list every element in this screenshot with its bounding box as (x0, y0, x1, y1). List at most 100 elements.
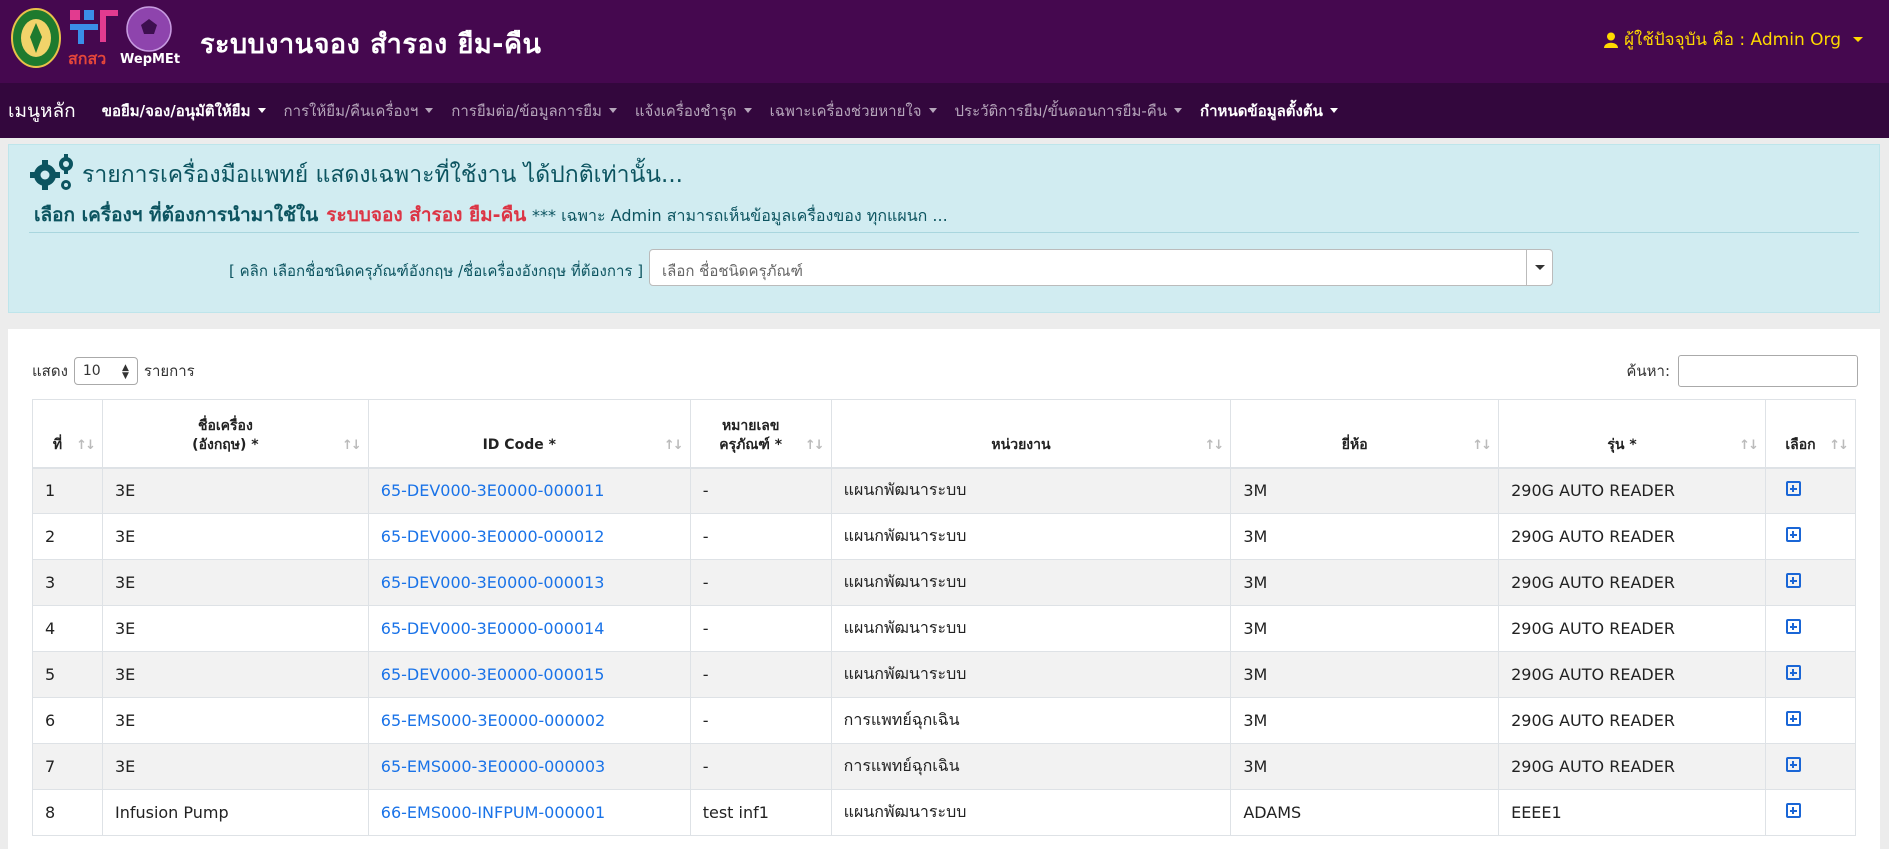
menu-label: การให้ยืม/คืนเครื่องฯ (283, 101, 419, 120)
sort-icon: ↑↓ (804, 437, 825, 453)
cell-id-code[interactable]: 66-EMS000-INFPUM-000001 (367, 789, 691, 836)
plus-square-icon[interactable] (1785, 757, 1801, 772)
select-prefix: เลือก เครื่องฯ ที่ต้องการนำมาใช้ใน (34, 204, 319, 226)
cell-unit: แผนกพัฒนาระบบ (830, 559, 1232, 606)
cell-name: 3E (101, 605, 369, 652)
plus-square-icon[interactable] (1785, 527, 1801, 542)
col-header-no[interactable]: ที่ ↑↓ (32, 399, 103, 469)
menu-history[interactable]: ประวัติการยืม/ขั้นตอนการยืม-คืน (955, 99, 1183, 123)
cell-brand: 3M (1230, 697, 1500, 744)
cell-select (1764, 467, 1857, 514)
sort-icon: ↑↓ (76, 437, 96, 453)
col-header-name[interactable]: ชื่อเครื่อง (อังกฤษ) * ↑↓ (101, 399, 369, 469)
cell-unit: แผนกพัฒนาระบบ (830, 789, 1232, 836)
menu-label: การยืมต่อ/ข้อมูลการยืม (451, 101, 602, 120)
plus-square-icon[interactable] (1785, 573, 1801, 588)
menu-home[interactable]: เมนูหลัก (0, 96, 76, 126)
menu-initial-settings[interactable]: กำหนดข้อมูลตั้งต้น (1200, 99, 1338, 123)
chevron-down-icon (743, 108, 752, 113)
cell-id-code[interactable]: 65-EMS000-3E0000-000002 (367, 697, 691, 744)
search-input[interactable] (1678, 355, 1858, 387)
col-header-model[interactable]: รุ่น * ↑↓ (1498, 399, 1766, 469)
cell-id-code[interactable]: 65-DEV000-3E0000-000014 (367, 605, 691, 652)
cell-brand: 3M (1230, 605, 1500, 652)
cell-asset-no: test inf1 (689, 789, 832, 836)
admin-note: *** เฉพาะ Admin สามารถเห็นข้อมูลเครื่องข… (532, 206, 948, 225)
col-header-unit[interactable]: หน่วยงาน ↑↓ (830, 399, 1232, 469)
menu-label: ประวัติการยืม/ขั้นตอนการยืม-คืน (954, 101, 1168, 120)
menu-lend-return[interactable]: การให้ยืม/คืนเครื่องฯ (284, 99, 434, 123)
cell-unit: แผนกพัฒนาระบบ (830, 605, 1232, 652)
cell-model: 290G AUTO READER (1498, 651, 1766, 698)
sort-icon: ↑↓ (1204, 437, 1225, 453)
chevron-down-icon (1853, 37, 1863, 42)
plus-square-icon[interactable] (1785, 481, 1801, 497)
chevron-down-icon (257, 108, 266, 113)
equipment-table-card: แสดง 10 ▲ ▼ รายการ ค้นหา: ที่ ↑↓ ชื่อเครื่… (8, 329, 1880, 849)
cell-no: 1 (32, 467, 103, 514)
page-length-control: แสดง 10 ▲ ▼ รายการ (32, 357, 195, 385)
divider (29, 232, 1859, 233)
updown-arrows-icon: ▲ ▼ (121, 363, 129, 381)
sort-icon: ↑↓ (1739, 437, 1759, 453)
col-header-select[interactable]: เลือก ↑↓ (1764, 399, 1857, 469)
col-header-brand[interactable]: ยี่ห้อ ↑↓ (1230, 399, 1500, 469)
cell-no: 6 (32, 697, 103, 744)
table-row: 3 3E 65-DEV000-3E0000-000013- แผนกพัฒนาระบบ… (32, 559, 1857, 606)
cell-select (1764, 559, 1857, 606)
equipment-table: ที่ ↑↓ ชื่อเครื่อง (อังกฤษ) * ↑↓ ID Code * ↑… (32, 399, 1857, 836)
plus-square-icon[interactable] (1785, 711, 1801, 726)
page-length-select[interactable]: 10 ▲ ▼ (73, 357, 138, 385)
menu-label: ขอยืม/จอง/อนุมัติให้ยืม (101, 101, 251, 120)
plus-square-icon[interactable] (1785, 619, 1801, 634)
equipment-type-select[interactable]: เลือก ชื่อชนิดครุภัณฑ์ (649, 249, 1553, 286)
cell-name: 3E (101, 559, 369, 606)
main-menu: เมนูหลัก ขอยืม/จอง/อนุมัติให้ยืม การให้ย… (0, 83, 1889, 138)
user-menu[interactable]: ผู้ใช้ปัจจุบัน คือ : Admin Org (1604, 26, 1863, 53)
table-row: 2 3E 65-DEV000-3E0000-000012- แผนกพัฒนาระบบ… (32, 513, 1857, 560)
cell-asset-no: - (689, 651, 832, 698)
menu-extend-info[interactable]: การยืมต่อ/ข้อมูลการยืม (451, 99, 617, 123)
cell-brand: 3M (1230, 467, 1500, 514)
cell-select (1764, 513, 1857, 560)
tsri-logo-icon: สกสว (68, 10, 118, 68)
cell-name: Infusion Pump (101, 789, 369, 836)
cell-name: 3E (101, 651, 369, 698)
cell-asset-no: - (689, 559, 832, 606)
tsri-caption: สกสว (68, 49, 106, 68)
menu-label: แจ้งเครื่องชำรุด (634, 101, 737, 120)
cell-id-code[interactable]: 65-DEV000-3E0000-000013 (367, 559, 691, 606)
plus-square-icon[interactable] (1785, 803, 1801, 818)
cell-unit: การแพทย์ฉุกเฉิน (830, 743, 1232, 790)
info-heading: รายการเครื่องมือแพทย์ แสดงเฉพาะที่ใช้งาน… (82, 162, 683, 188)
user-label: ผู้ใช้ปัจจุบัน คือ : Admin Org (1624, 30, 1841, 50)
info-panel: รายการเครื่องมือแพทย์ แสดงเฉพาะที่ใช้งาน… (8, 144, 1880, 313)
cell-id-code[interactable]: 65-DEV000-3E0000-000012 (367, 513, 691, 560)
cell-id-code[interactable]: 65-DEV000-3E0000-000011 (367, 467, 691, 514)
equipment-type-placeholder: เลือก ชื่อชนิดครุภัณฑ์ (662, 262, 803, 280)
col-header-asset-no[interactable]: หมายเลข ครุภัณฑ์ * ↑↓ (689, 399, 832, 469)
cell-name: 3E (101, 513, 369, 560)
menu-report-damage[interactable]: แจ้งเครื่องชำรุด (635, 99, 752, 123)
cell-model: 290G AUTO READER (1498, 697, 1766, 744)
soccer-ball-icon (126, 6, 172, 52)
chevron-down-icon (1174, 108, 1183, 113)
cell-id-code[interactable]: 65-DEV000-3E0000-000015 (367, 651, 691, 698)
col-header-id-code[interactable]: ID Code * ↑↓ (367, 399, 691, 469)
search-label: ค้นหา: (1626, 362, 1670, 380)
select-system-name: ระบบจอง สำรอง ยืม-คืน (326, 204, 527, 226)
cell-name: 3E (101, 467, 369, 514)
gears-icon (30, 154, 73, 190)
cell-id-code[interactable]: 65-EMS000-3E0000-000003 (367, 743, 691, 790)
cell-model: 290G AUTO READER (1498, 559, 1766, 606)
plus-square-icon[interactable] (1785, 665, 1801, 680)
table-row: 4 3E 65-DEV000-3E0000-000014- แผนกพัฒนาระบบ… (32, 605, 1857, 652)
chevron-down-icon (928, 108, 937, 113)
menu-ventilator[interactable]: เฉพาะเครื่องช่วยหายใจ (770, 99, 937, 123)
cell-no: 7 (32, 743, 103, 790)
menu-borrow-approve[interactable]: ขอยืม/จอง/อนุมัติให้ยืม (102, 99, 266, 123)
cell-model: 290G AUTO READER (1498, 467, 1766, 514)
cell-unit: แผนกพัฒนาระบบ (830, 513, 1232, 560)
chevron-down-icon[interactable] (1526, 250, 1552, 285)
cell-select (1764, 743, 1857, 790)
